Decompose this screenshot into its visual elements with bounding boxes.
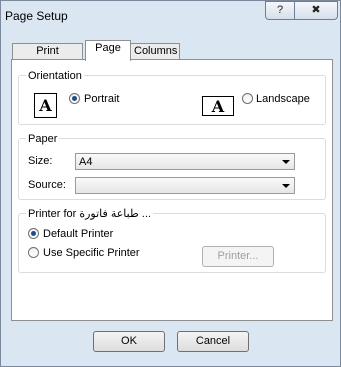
portrait-page-icon: A: [34, 93, 57, 118]
page-setup-dialog: Page Setup ? ✖ Print Options Page Column…: [0, 0, 341, 367]
title-bar: Page Setup ? ✖: [1, 1, 340, 31]
help-icon: ?: [276, 4, 284, 16]
printer-group-label: Printer for طباعة فاتورة ...: [26, 208, 153, 220]
default-printer-radio[interactable]: [28, 228, 39, 239]
radio-selected-dot: [31, 231, 36, 236]
dialog-title: Page Setup: [5, 9, 68, 23]
landscape-page-icon: A: [202, 96, 234, 116]
landscape-label[interactable]: Landscape: [256, 93, 310, 105]
landscape-radio[interactable]: [242, 93, 253, 104]
portrait-radio[interactable]: [69, 93, 80, 104]
portrait-label[interactable]: Portrait: [84, 93, 119, 105]
close-icon: ✖: [311, 4, 321, 16]
page-tab-panel: Orientation A Portrait A Landscape Paper…: [11, 59, 333, 321]
size-label: Size:: [28, 155, 53, 167]
close-button[interactable]: ✖: [294, 1, 338, 20]
tab-print-options[interactable]: Print Options: [12, 43, 83, 72]
ok-button[interactable]: OK: [93, 331, 165, 352]
source-dropdown[interactable]: [75, 177, 295, 194]
tab-columns[interactable]: Columns: [130, 43, 180, 60]
printer-group: [18, 213, 326, 273]
specific-printer-label[interactable]: Use Specific Printer: [43, 247, 140, 259]
specific-printer-radio[interactable]: [28, 247, 39, 258]
default-printer-label[interactable]: Default Printer: [43, 228, 113, 240]
chevron-down-icon: [282, 160, 290, 164]
cancel-button[interactable]: Cancel: [177, 331, 249, 352]
size-value: A4: [79, 156, 93, 168]
source-label: Source:: [28, 179, 66, 191]
radio-selected-dot: [72, 96, 77, 101]
tab-page[interactable]: Page: [85, 40, 131, 61]
tab-strip: Print Options Page Columns: [12, 40, 332, 72]
printer-button[interactable]: Printer...: [202, 246, 274, 267]
size-dropdown[interactable]: A4: [75, 153, 295, 170]
chevron-down-icon: [282, 184, 290, 188]
paper-group-label: Paper: [26, 133, 60, 145]
orientation-group-label: Orientation: [26, 70, 84, 82]
help-button[interactable]: ?: [265, 1, 295, 20]
